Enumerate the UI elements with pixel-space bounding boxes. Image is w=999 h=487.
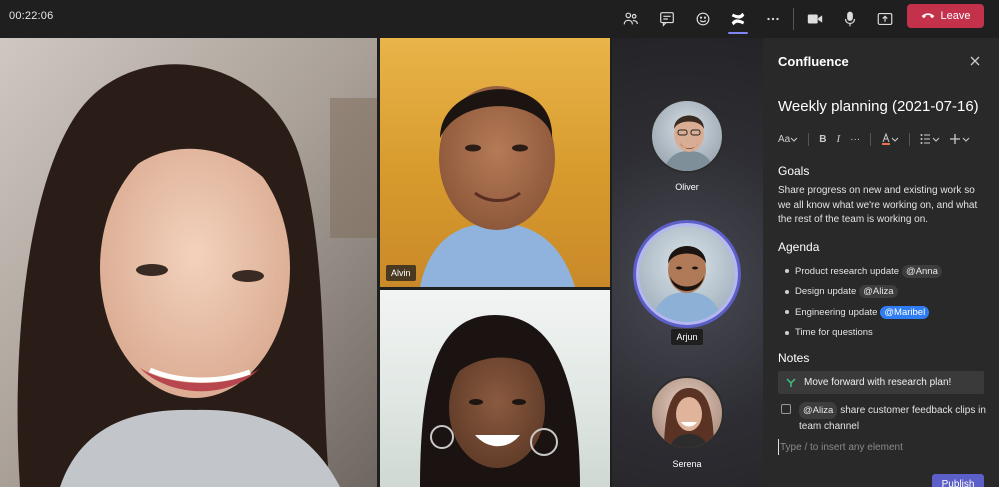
arjun-name: Arjun [647,329,727,345]
document-title[interactable]: Weekly planning (2021-07-16) [778,98,979,115]
agenda-item[interactable]: Product research update @Anna [785,261,985,282]
participant-roster: Oliver Arjun Serena [612,38,763,487]
agenda-item-text: Design update [795,286,857,298]
share-icon[interactable] [872,6,898,32]
chevron-down-icon [790,137,798,142]
bold-button[interactable]: B [819,134,826,145]
editor-input[interactable] [778,439,978,455]
main-speaker-video[interactable] [0,38,377,487]
leave-label: Leave [940,10,971,22]
confluence-side-panel: Confluence Weekly planning (2021-07-16) … [763,38,999,487]
oliver-portrait [663,115,715,171]
arjun-portrait [651,246,723,322]
participant-video-tile[interactable] [380,290,610,487]
plus-icon [950,134,970,144]
participant-portrait [420,315,580,487]
toolbar-divider [808,132,810,146]
mention-chip[interactable]: @Aliza [799,402,838,419]
phone-hangup-icon [921,13,934,19]
chat-icon[interactable] [654,6,680,32]
toolbar-divider [909,132,911,146]
text-style-label: Aa [778,133,791,145]
agenda-list: Product research update @Anna Design upd… [785,261,985,343]
speaker-portrait [0,38,377,487]
toolbar-divider [793,8,794,30]
alvin-video-tile[interactable]: Alvin [380,38,610,287]
serena-name: Serena [672,459,702,469]
agenda-item-text: Product research update [795,265,900,277]
toolbar-divider [870,132,872,146]
decision-note[interactable]: Move forward with research plan! [778,371,984,394]
publish-button[interactable]: Publish [932,474,984,487]
task-item: @Aliza share customer feedback clips in t… [781,402,986,434]
oliver-avatar[interactable] [650,99,724,173]
task-checkbox[interactable] [781,404,791,414]
more-icon[interactable] [760,6,786,32]
goals-text[interactable]: Share progress on new and existing work … [778,184,988,228]
oliver-name: Oliver [675,182,699,192]
agenda-item[interactable]: Time for questions [785,323,985,344]
mention-chip[interactable]: @Aliza [859,285,898,299]
mic-icon[interactable] [837,6,863,32]
agenda-item-text: Engineering update [795,306,878,318]
arjun-avatar-active-speaker[interactable] [636,223,738,325]
text-color-icon [882,133,899,145]
agenda-heading: Agenda [778,240,820,254]
serena-portrait [664,388,714,448]
call-timer: 00:22:06 [9,10,54,22]
more-formatting-button[interactable]: ··· [850,134,860,145]
bullet-list-icon [920,134,940,144]
goals-heading: Goals [778,164,810,178]
agenda-item[interactable]: Engineering update @Maribel [785,302,985,323]
mention-chip[interactable]: @Anna [902,264,942,278]
agenda-item[interactable]: Design update @Aliza [785,282,985,303]
formatting-toolbar: Aa B I ··· [778,131,980,147]
notes-heading: Notes [778,351,810,365]
confluence-app-icon[interactable] [725,6,751,34]
decision-icon [786,377,796,387]
close-icon[interactable] [968,54,982,68]
task-text-wrap[interactable]: @Aliza share customer feedback clips in t… [799,402,986,434]
text-color-dropdown[interactable] [881,133,899,145]
reactions-icon[interactable] [690,6,716,32]
call-top-bar: 00:22:06 Leave [0,0,999,38]
alvin-portrait [420,86,575,287]
arjun-name-label: Arjun [671,329,703,345]
leave-button[interactable]: Leave [907,4,984,28]
people-icon[interactable] [618,6,644,32]
italic-button[interactable]: I [836,133,840,145]
camera-icon[interactable] [802,6,828,32]
participant-name-tag: Alvin [386,265,416,281]
insert-dropdown[interactable] [950,133,970,145]
panel-title: Confluence [778,54,849,69]
serena-avatar[interactable] [650,376,724,450]
decision-note-text: Move forward with research plan! [804,377,952,388]
list-dropdown[interactable] [920,133,940,145]
mention-chip-highlighted[interactable]: @Maribel [880,305,930,319]
text-style-dropdown[interactable]: Aa [778,134,798,145]
agenda-item-text: Time for questions [795,327,873,339]
